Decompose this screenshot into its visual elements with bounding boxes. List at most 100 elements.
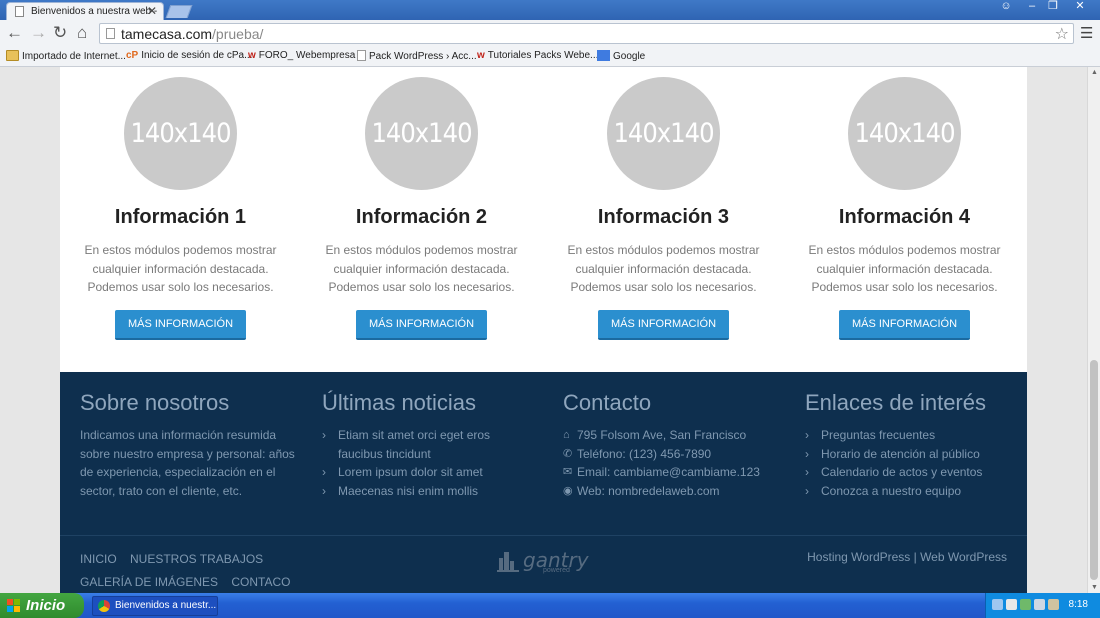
chevron-right-icon: › (805, 483, 809, 498)
bookmark-star-icon[interactable]: ☆ (1055, 24, 1069, 44)
news-link[interactable]: › Maecenas nisi enim mollis (322, 482, 500, 501)
news-link[interactable]: › Lorem ipsum dolor sit amet (322, 463, 500, 482)
menu-icon[interactable]: ☰ (1080, 24, 1093, 42)
contact-list: ⌂ 795 Folsom Ave, San Francisco ✆ Teléfono… (563, 426, 783, 500)
footer-heading: Contacto (563, 390, 652, 415)
chrome-icon (98, 600, 110, 612)
bottom-nav: INICIO NUESTROS TRABAJOS GALERÍA DE IMÁG… (80, 548, 301, 593)
more-info-button[interactable]: MÁS INFORMACIÓN (839, 310, 970, 340)
placeholder-image: 140x140 (124, 77, 237, 190)
card-description: En estos módulos podemos mostrar cualqui… (84, 243, 277, 294)
maximize-icon[interactable]: ❐ (1043, 0, 1063, 14)
user-icon[interactable]: ☺ (996, 0, 1016, 14)
gantry-building-icon (497, 552, 519, 572)
placeholder-image: 140x140 (848, 77, 961, 190)
webempresa-icon: w (248, 50, 256, 61)
vertical-scrollbar[interactable]: ▲ ▼ (1087, 67, 1100, 593)
gantry-logo[interactable]: gantry powered (497, 548, 592, 574)
chevron-right-icon: › (322, 428, 326, 442)
interest-link[interactable]: › Preguntas frecuentes (805, 426, 1025, 445)
folder-icon (6, 50, 19, 61)
gantry-powered: powered (543, 567, 570, 574)
interest-link[interactable]: › Calendario de actos y eventos (805, 463, 1025, 482)
interest-link[interactable]: › Conozca a nuestro equipo (805, 482, 1025, 501)
clock: 8:18 (1068, 599, 1088, 610)
cpanel-icon: cP (126, 50, 139, 61)
footer-heading: Sobre nosotros (80, 390, 230, 415)
footer-about-text: Indicamos una información resumida sobre… (80, 428, 295, 498)
nav-link-trabajos[interactable]: NUESTROS TRABAJOS (130, 552, 263, 566)
contact-phone: ✆ Teléfono: (123) 456-7890 (563, 445, 783, 464)
browser-titlebar: Bienvenidos a nuestra web - ✕ ☺ – ❐ ✕ (0, 0, 1100, 20)
bookmark-item[interactable]: cP Inicio de sesión de cPa... (126, 50, 252, 61)
page-icon (106, 28, 115, 39)
chevron-right-icon: › (322, 483, 326, 498)
card-description: En estos módulos podemos mostrar cualqui… (325, 243, 518, 294)
hosting-link[interactable]: Hosting WordPress | Web WordPress (807, 550, 1007, 564)
placeholder-image: 140x140 (365, 77, 478, 190)
url-host: tamecasa.com (121, 26, 213, 42)
tab-close-icon[interactable]: ✕ (147, 4, 157, 18)
more-info-button[interactable]: MÁS INFORMACIÓN (115, 310, 246, 340)
more-info-button[interactable]: MÁS INFORMACIÓN (598, 310, 729, 340)
bookmark-item[interactable]: Importado de Internet... (6, 50, 126, 62)
scroll-thumb[interactable] (1090, 360, 1098, 580)
nav-link-galeria[interactable]: GALERÍA DE IMÁGENES (80, 575, 218, 589)
chevron-right-icon: › (805, 465, 809, 479)
bookmark-item[interactable]: Pack WordPress › Acc... (357, 50, 477, 62)
system-tray: 8:18 (985, 593, 1100, 618)
features-section: 140x140 Información 1 En estos módulos p… (60, 67, 1027, 372)
card-title: Información 3 (597, 206, 730, 228)
scroll-down-icon[interactable]: ▼ (1091, 584, 1098, 591)
url-path: /prueba/ (212, 26, 264, 42)
nav-link-inicio[interactable]: INICIO (80, 552, 117, 566)
home-icon: ⌂ (563, 429, 570, 441)
forward-arrow-icon[interactable]: → (30, 23, 47, 43)
volume-icon[interactable] (1048, 599, 1059, 610)
tab-title: Bienvenidos a nuestra web - (31, 6, 158, 17)
home-icon[interactable]: ⌂ (77, 23, 87, 43)
minimize-icon[interactable]: – (1022, 0, 1042, 14)
close-icon[interactable]: ✕ (1066, 0, 1094, 14)
antivirus-icon[interactable] (1006, 599, 1017, 610)
bookmark-item[interactable]: Google (597, 50, 645, 62)
footer-heading: Últimas noticias (322, 390, 477, 415)
back-arrow-icon[interactable]: ← (6, 23, 23, 43)
card-title: Información 1 (114, 206, 247, 228)
network-icon[interactable] (992, 599, 1003, 610)
device-icon[interactable] (1034, 599, 1045, 610)
bookmark-item[interactable]: w Tutoriales Packs Webe... (477, 50, 598, 61)
update-icon[interactable] (1020, 599, 1031, 610)
page-viewport: 140x140 Información 1 En estos módulos p… (0, 67, 1087, 593)
phone-icon: ✆ (563, 447, 573, 460)
card-description: En estos módulos podemos mostrar cualqui… (808, 243, 1001, 294)
start-button[interactable]: Inicio (0, 593, 84, 618)
news-list: › Etiam sit amet orci eget eros faucibus … (322, 426, 500, 500)
new-tab-button[interactable] (165, 5, 193, 18)
reload-icon[interactable]: ↻ (53, 23, 67, 43)
url-text[interactable]: tamecasa.com/prueba/ (121, 25, 263, 43)
taskbar-window-button[interactable]: Bienvenidos a nuestr... (92, 596, 218, 616)
site-footer: Sobre nosotros Indicamos una información… (60, 372, 1027, 593)
page-icon (15, 6, 24, 17)
nav-link-contacto[interactable]: CONTACO (231, 575, 290, 589)
contact-web[interactable]: ◉ Web: nombredelaweb.com (563, 482, 783, 501)
start-label: Inicio (26, 597, 66, 614)
contact-email[interactable]: ✉ Email: cambiame@cambiame.123 (563, 463, 783, 482)
card-title: Información 2 (355, 206, 488, 228)
page-icon (357, 50, 366, 61)
webempresa-icon: w (477, 50, 485, 61)
scroll-up-icon[interactable]: ▲ (1091, 69, 1098, 76)
bookmark-item[interactable]: w FORO_ Webempresa (248, 50, 355, 61)
news-link[interactable]: › Etiam sit amet orci eget eros faucibus … (322, 426, 500, 463)
address-bar[interactable]: tamecasa.com/prueba/ ☆ (99, 23, 1074, 44)
globe-icon: ◉ (563, 484, 573, 497)
windows-flag-icon (7, 599, 20, 612)
contact-address: ⌂ 795 Folsom Ave, San Francisco (563, 426, 783, 445)
card-title: Información 4 (838, 206, 971, 228)
interest-link[interactable]: › Horario de atención al público (805, 445, 1025, 464)
browser-tab[interactable]: Bienvenidos a nuestra web - ✕ (6, 2, 164, 20)
card-description: En estos módulos podemos mostrar cualqui… (567, 243, 760, 294)
more-info-button[interactable]: MÁS INFORMACIÓN (356, 310, 487, 340)
windows-taskbar: Inicio Bienvenidos a nuestr... 8:18 (0, 593, 1100, 618)
